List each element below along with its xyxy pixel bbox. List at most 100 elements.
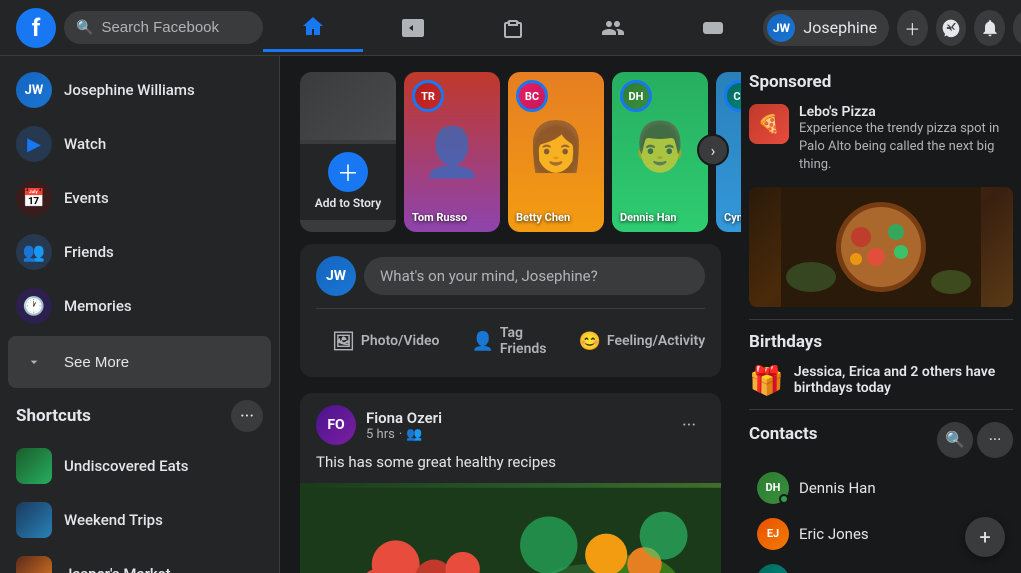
story-name-2: Betty Chen (516, 211, 596, 224)
add-story-card[interactable]: ＋ Add to Story (300, 72, 396, 232)
sidebar-user-profile[interactable]: JW Josephine Williams (8, 64, 271, 116)
post-author-avatar[interactable]: FO (316, 405, 356, 445)
add-story-label: Add to Story (315, 196, 382, 212)
sidebar-item-watch[interactable]: ▶ Watch (8, 118, 271, 170)
feeling-icon: 😊 (578, 331, 600, 352)
shortcut-weekend-trips[interactable]: Weekend Trips (8, 494, 271, 546)
center-feed: ＋ Add to Story TR 👤 Tom Russo BC 👩 Betty… (280, 56, 741, 573)
memories-icon: 🕐 (16, 288, 52, 324)
story-dennis-han[interactable]: DH 👨 Dennis Han (612, 72, 708, 232)
contact-dennis-han[interactable]: DH Dennis Han (749, 466, 1013, 510)
top-navigation: f 🔍 JW Josephine ＋ (0, 0, 1021, 56)
sidebar-item-memories[interactable]: 🕐 Memories (8, 280, 271, 332)
post-box-top: JW What's on your mind, Josephine? (316, 256, 705, 296)
post-image (300, 483, 721, 573)
photo-video-label: Photo/Video (361, 333, 440, 349)
right-sidebar: Sponsored 🍕 Lebo's Pizza Experience the … (741, 56, 1021, 573)
feeling-activity-button[interactable]: 😊 Feeling/Activity (562, 323, 721, 360)
profile-chip[interactable]: JW Josephine (763, 10, 889, 46)
left-sidebar: JW Josephine Williams ▶ Watch 📅 Events 👥… (0, 56, 280, 573)
contact-name-dennis: Dennis Han (799, 479, 876, 497)
story-tom-russo[interactable]: TR 👤 Tom Russo (404, 72, 500, 232)
see-more-icon (16, 344, 52, 380)
contact-cynthia-lopez[interactable]: CL Cynthia Lopez (749, 558, 1013, 573)
see-more-button[interactable]: See More (8, 336, 271, 388)
feeling-label: Feeling/Activity (607, 333, 705, 349)
story-avatar-1: TR (412, 80, 444, 112)
stories-next-button[interactable]: › (697, 134, 729, 166)
story-betty-chen[interactable]: BC 👩 Betty Chen (508, 72, 604, 232)
profile-name: Josephine (803, 18, 877, 37)
birthday-people: Jessica, Erica (794, 364, 880, 380)
contacts-more-button[interactable]: ··· (977, 422, 1013, 458)
shortcuts-more-button[interactable]: ··· (231, 400, 263, 432)
shortcut-label-2: Weekend Trips (64, 511, 163, 529)
nav-marketplace-button[interactable] (463, 4, 563, 52)
post-more-button[interactable]: ··· (673, 409, 705, 441)
post-header: FO Fiona Ozeri 5 hrs · 👥 ··· (300, 393, 721, 453)
shortcuts-title: Shortcuts (16, 406, 91, 426)
menu-button[interactable]: ▾ (1013, 10, 1021, 46)
shortcut-thumb-2 (16, 502, 52, 538)
sidebar-friends-label: Friends (64, 243, 114, 261)
messenger-button[interactable] (936, 10, 967, 46)
shortcut-undiscovered-eats[interactable]: Undiscovered Eats (8, 440, 271, 492)
sidebar-memories-label: Memories (64, 297, 132, 315)
nav-watch-button[interactable] (363, 4, 463, 52)
birthdays-title: Birthdays (749, 332, 1013, 352)
search-box[interactable]: 🔍 (64, 11, 263, 44)
contacts-actions: 🔍 ··· (937, 422, 1013, 458)
contacts-header: Contacts 🔍 ··· (749, 422, 1013, 458)
tag-friends-label: Tag Friends (500, 325, 547, 357)
post-input[interactable]: What's on your mind, Josephine? (364, 257, 705, 295)
contacts-search-button[interactable]: 🔍 (937, 422, 973, 458)
sponsored-info: Lebo's Pizza Experience the trendy pizza… (799, 104, 1013, 175)
shortcut-label-3: Jasper's Market (64, 565, 171, 573)
nav-home-button[interactable] (263, 4, 363, 52)
post-author-name: Fiona Ozeri (366, 409, 442, 427)
search-input[interactable] (101, 19, 251, 36)
shortcut-jaspers-market[interactable]: Jasper's Market (8, 548, 271, 573)
sidebar-item-events[interactable]: 📅 Events (8, 172, 271, 224)
story-avatar-2: BC (516, 80, 548, 112)
birthdays-section: 🎁 Jessica, Erica and 2 others have birth… (749, 364, 1013, 397)
photo-video-button[interactable]: 🖼 Photo/Video (316, 323, 455, 360)
sidebar-item-friends[interactable]: 👥 Friends (8, 226, 271, 278)
sponsored-title: Sponsored (749, 72, 1013, 92)
sponsored-description: Experience the trendy pizza spot in Palo… (799, 120, 1013, 175)
new-chat-button[interactable]: + (965, 517, 1005, 557)
contact-avatar-dennis: DH (757, 472, 789, 504)
events-icon: 📅 (16, 180, 52, 216)
story-avatar-4: CL (724, 80, 741, 112)
story-name-1: Tom Russo (412, 211, 492, 224)
facebook-logo[interactable]: f (16, 8, 56, 48)
shortcuts-header: Shortcuts ··· (8, 392, 271, 440)
nav-left: f 🔍 (16, 8, 263, 48)
post-box-divider (316, 308, 705, 309)
sponsored-image[interactable] (749, 187, 1013, 307)
notifications-button[interactable] (974, 10, 1005, 46)
user-avatar: JW (16, 72, 52, 108)
contact-avatar-cynthia: CL (757, 564, 789, 573)
post-time: 5 hrs (366, 427, 395, 442)
story-name-4: Cynthia Lopez (724, 211, 741, 224)
feed-post-fiona: FO Fiona Ozeri 5 hrs · 👥 ··· This has so… (300, 393, 721, 573)
post-meta: 5 hrs · 👥 (366, 427, 442, 442)
post-time-separator: · (399, 427, 402, 442)
tag-friends-button[interactable]: 👤 Tag Friends (455, 317, 562, 365)
sponsored-item[interactable]: 🍕 Lebo's Pizza Experience the trendy piz… (749, 104, 1013, 175)
sidebar-events-label: Events (64, 189, 109, 207)
friends-icon: 👥 (16, 234, 52, 270)
nav-groups-button[interactable] (563, 4, 663, 52)
post-header-left: FO Fiona Ozeri 5 hrs · 👥 (316, 405, 442, 445)
shortcut-thumb-1 (16, 448, 52, 484)
add-button[interactable]: ＋ (897, 10, 928, 46)
contact-avatar-eric: EJ (757, 518, 789, 550)
birthday-icon: 🎁 (749, 364, 784, 397)
nav-gaming-button[interactable] (663, 4, 763, 52)
nav-center (263, 4, 763, 52)
post-actions: 🖼 Photo/Video 👤 Tag Friends 😊 Feeling/Ac… (316, 317, 705, 365)
tag-friends-icon: 👤 (471, 331, 493, 352)
sidebar-user-name: Josephine Williams (64, 81, 195, 99)
sponsored-name: Lebo's Pizza (799, 104, 1013, 120)
